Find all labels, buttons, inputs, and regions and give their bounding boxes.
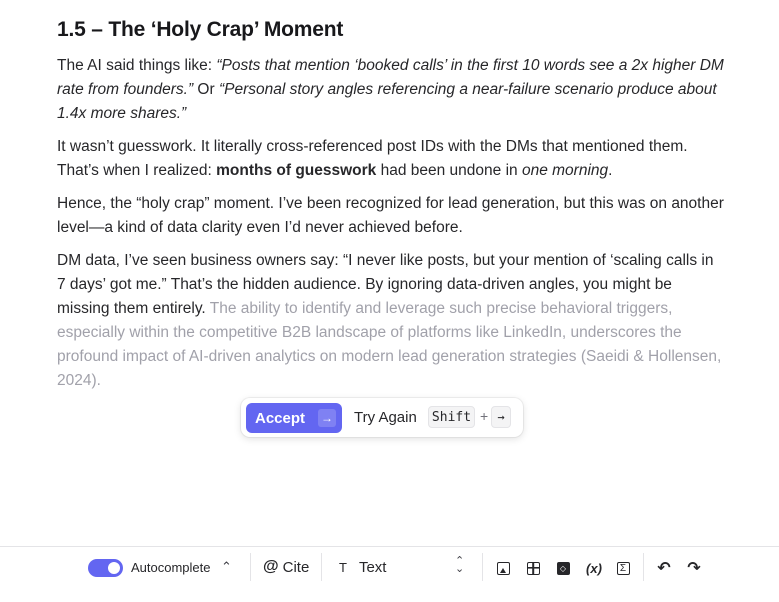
- paragraph-3[interactable]: Hence, the “holy crap” moment. I’ve been…: [57, 192, 725, 240]
- table-icon[interactable]: [524, 559, 542, 577]
- paragraph-1[interactable]: The AI said things like: “Posts that men…: [57, 54, 725, 126]
- autocomplete-toggle[interactable]: [88, 559, 123, 577]
- accept-button[interactable]: Accept →: [246, 403, 342, 433]
- toolbar-divider: [250, 553, 251, 581]
- toolbar-divider: [482, 553, 483, 581]
- text-style-select[interactable]: T Text: [339, 559, 386, 576]
- at-icon: @: [263, 558, 279, 575]
- chevron-updown-icon[interactable]: ⌃ ⌄: [455, 556, 464, 575]
- undo-icon[interactable]: ↶: [655, 559, 673, 577]
- italic-phrase: one morning: [521, 162, 609, 179]
- cite-label: Cite: [282, 558, 310, 576]
- accept-label: Accept: [255, 409, 306, 427]
- cite-button[interactable]: @ Cite: [263, 558, 309, 576]
- text-icon: T: [339, 560, 347, 575]
- arrow-key-hint: →: [491, 406, 511, 428]
- toolbar-divider: [643, 553, 644, 581]
- section-heading: 1.5 – The ‘Holy Crap’ Moment: [57, 18, 344, 41]
- paragraph-4[interactable]: DM data, I’ve seen business owners say: …: [57, 249, 725, 393]
- try-again-button[interactable]: Try Again: [354, 409, 417, 426]
- embed-icon[interactable]: ◇: [554, 559, 572, 577]
- formula-icon[interactable]: Σ: [614, 559, 632, 577]
- shift-key-hint: Shift: [428, 406, 475, 428]
- image-icon[interactable]: [494, 559, 512, 577]
- toolbar-divider: [321, 553, 322, 581]
- redo-icon[interactable]: ↷: [685, 559, 703, 577]
- chevron-up-icon[interactable]: ⌃: [221, 559, 232, 575]
- toggle-knob: [108, 562, 120, 574]
- text-style-label: Text: [358, 559, 387, 576]
- autocomplete-label: Autocomplete: [131, 560, 211, 575]
- paragraph-2[interactable]: It wasn’t guesswork. It literally cross-…: [57, 135, 725, 183]
- plus-sign: +: [480, 408, 489, 424]
- bottom-toolbar: Autocomplete ⌃ @ Cite T Text ⌃ ⌄ ◇ (x) Σ …: [0, 546, 779, 602]
- arrow-right-icon: →: [318, 409, 337, 427]
- suggestion-action-bar: Accept → Try Again Shift + →: [241, 398, 523, 437]
- bold-phrase: months of guesswork: [216, 162, 377, 179]
- variable-icon[interactable]: (x): [583, 559, 605, 577]
